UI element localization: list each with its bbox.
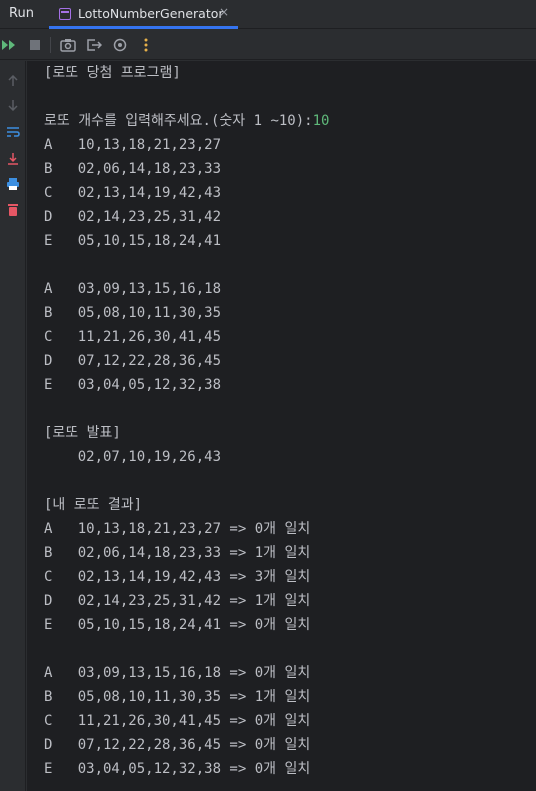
result-title: [내 로또 결과] <box>44 497 143 513</box>
print-button[interactable] <box>4 175 22 193</box>
camera-icon <box>60 39 76 52</box>
tab-title: LottoNumberGenerator <box>78 6 224 21</box>
scroll-to-end-button[interactable] <box>4 150 22 168</box>
ticket-line: C 11,21,26,30,41,45 <box>44 329 222 345</box>
stop-icon <box>30 40 40 50</box>
result-line: D 07,12,22,28,36,45 => 0개 일치 <box>44 737 311 753</box>
console-side-toolbar <box>0 61 26 791</box>
run-tool-window-title[interactable]: Run <box>9 6 34 21</box>
announcement-title: [로또 발표] <box>44 425 121 441</box>
ticket-line: D 07,12,22,28,36,45 <box>44 353 222 369</box>
result-line: B 05,08,10,11,30,35 => 1개 일치 <box>44 689 311 705</box>
soft-wrap-button[interactable] <box>4 123 22 141</box>
result-line: E 03,04,05,12,32,38 => 0개 일치 <box>44 761 311 777</box>
result-line: C 02,13,14,19,42,43 => 3개 일치 <box>44 569 311 585</box>
ticket-line: E 05,10,15,18,24,41 <box>44 233 222 249</box>
more-options-icon <box>144 38 148 52</box>
console-output[interactable]: [로또 당첨 프로그램] 로또 개수를 입력해주세요.(숫자 1 ~10):10… <box>27 61 536 791</box>
result-line: E 05,10,15,18,24,41 => 0개 일치 <box>44 617 311 633</box>
scroll-up-button[interactable] <box>4 72 22 90</box>
rerun-button[interactable] <box>0 36 18 54</box>
close-tab-button[interactable]: × <box>219 5 229 19</box>
result-line: B 02,06,14,18,23,33 => 1개 일치 <box>44 545 311 561</box>
tab-lotto-number-generator[interactable]: LottoNumberGenerator × <box>49 0 238 29</box>
exit-icon <box>87 39 102 51</box>
rerun-icon <box>2 40 15 50</box>
ticket-line: C 02,13,14,19,42,43 <box>44 185 222 201</box>
result-line: C 11,21,26,30,41,45 => 0개 일치 <box>44 713 311 729</box>
result-line: A 03,09,13,15,16,18 => 0개 일치 <box>44 665 311 681</box>
tool-window-header: Run LottoNumberGenerator × <box>0 0 536 29</box>
more-options-button[interactable] <box>137 36 155 54</box>
stop-button[interactable] <box>26 36 44 54</box>
user-input-value: 10 <box>312 113 330 129</box>
result-line: A 10,13,18,21,23,27 => 0개 일치 <box>44 521 311 537</box>
winning-numbers: 02,07,10,19,26,43 <box>44 449 222 465</box>
clear-all-button[interactable] <box>4 201 22 219</box>
program-title: [로또 당첨 프로그램] <box>44 65 181 81</box>
scroll-down-icon <box>8 100 18 111</box>
ticket-line: D 02,14,23,25,31,42 <box>44 209 222 225</box>
scroll-up-icon <box>8 75 18 86</box>
settings-button[interactable] <box>111 36 129 54</box>
result-line: D 02,14,23,25,31,42 => 1개 일치 <box>44 593 311 609</box>
exit-button[interactable] <box>85 36 103 54</box>
application-icon <box>59 8 71 20</box>
print-icon <box>7 178 19 190</box>
scroll-to-end-icon <box>8 153 18 165</box>
input-prompt-line: 로또 개수를 입력해주세요.(숫자 1 ~10):10 <box>44 109 329 133</box>
ticket-line: A 10,13,18,21,23,27 <box>44 137 222 153</box>
ticket-line: B 05,08,10,11,30,35 <box>44 305 222 321</box>
dump-threads-button[interactable] <box>59 36 77 54</box>
toolbar-divider <box>50 37 51 53</box>
clear-trash-icon <box>8 204 18 216</box>
scroll-down-button[interactable] <box>4 96 22 114</box>
ticket-line: B 02,06,14,18,23,33 <box>44 161 222 177</box>
ticket-line: A 03,09,13,15,16,18 <box>44 281 222 297</box>
ticket-line: E 03,04,05,12,32,38 <box>44 377 222 393</box>
soft-wrap-icon <box>7 127 20 137</box>
input-prompt: 로또 개수를 입력해주세요.(숫자 1 ~10): <box>44 113 313 129</box>
settings-icon <box>113 38 127 52</box>
run-toolbar <box>0 30 536 60</box>
